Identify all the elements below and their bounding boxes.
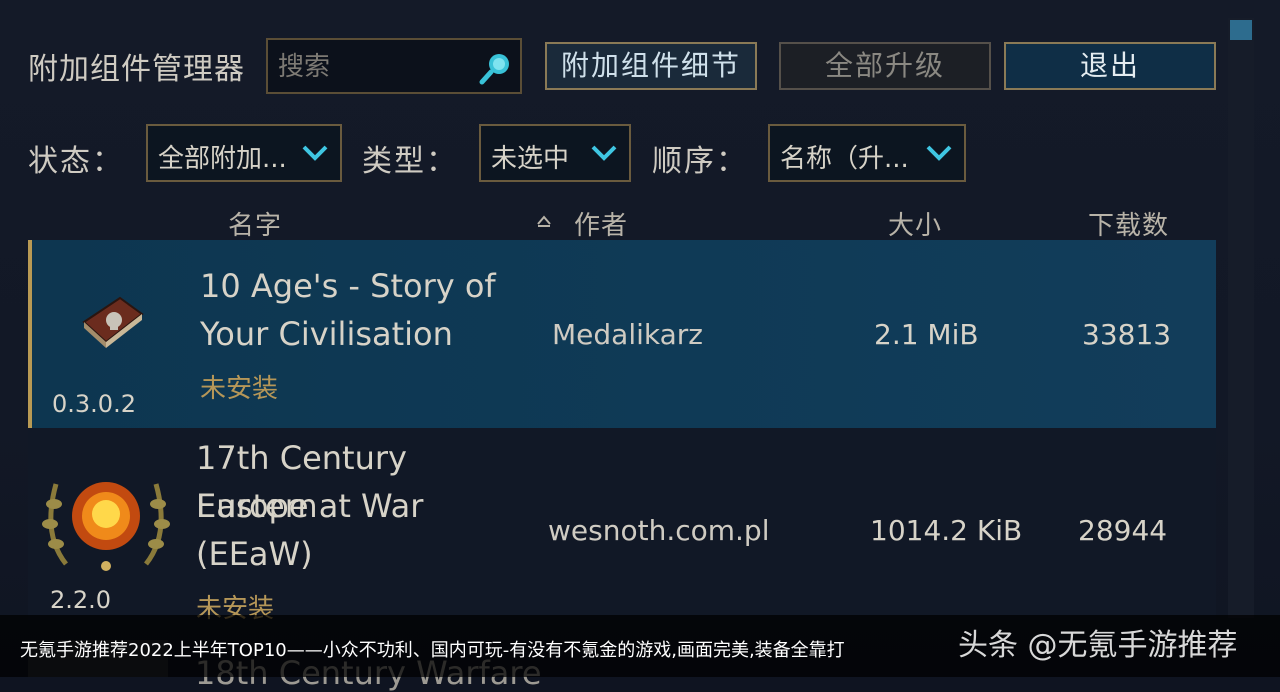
- addon-details-button[interactable]: 附加组件细节: [545, 42, 757, 90]
- chevron-down-icon: [591, 145, 617, 161]
- chevron-down-icon: [926, 145, 952, 161]
- addon-name-line1: 10 Age's - Story of: [200, 267, 496, 305]
- quit-button[interactable]: 退出: [1004, 42, 1216, 90]
- chevron-down-icon: [302, 145, 328, 161]
- addon-author: Medalikarz: [552, 318, 703, 351]
- search-icon[interactable]: [478, 50, 514, 86]
- sort-ascending-icon: [537, 215, 551, 227]
- addon-version: 2.2.0: [50, 586, 112, 614]
- addon-manager-panel: 附加组件管理器 附加组件细节 全部升级 退出 状态： 全部附加... 类型： 未…: [0, 0, 1280, 692]
- addon-size: 2.1 MiB: [874, 318, 979, 351]
- column-header-downloads[interactable]: 下载数: [1088, 205, 1169, 242]
- table-row[interactable]: 0.3.0.2 10 Age's - Story of Your Civilis…: [28, 240, 1216, 428]
- column-header-name[interactable]: 名字: [228, 205, 282, 242]
- banner-caption: 无氪手游推荐2022上半年TOP10——小众不功利、国内可玩-有没有不氪金的游戏…: [20, 640, 845, 661]
- addon-name-line2: Your Civilisation: [200, 315, 453, 353]
- addon-downloads: 28944: [1078, 514, 1168, 547]
- status-filter-label: 状态：: [28, 144, 124, 179]
- addon-name-line2: Europe at War (EEaW): [196, 487, 424, 573]
- order-dropdown-value: 名称（升...: [780, 144, 909, 174]
- table-row[interactable]: 2.2.0 17th Century Eastern Europe at War…: [28, 430, 1216, 624]
- status-dropdown-value: 全部附加...: [158, 144, 287, 174]
- type-filter-label: 类型：: [362, 144, 458, 179]
- addon-size: 1014.2 KiB: [870, 514, 1023, 547]
- column-header-author[interactable]: 作者: [574, 205, 628, 242]
- watermark-brand: 头条 @无氪手游推荐: [958, 628, 1238, 663]
- scrollbar[interactable]: [1228, 18, 1254, 618]
- scrollbar-thumb[interactable]: [1230, 20, 1252, 40]
- type-dropdown[interactable]: 未选中: [479, 124, 631, 182]
- type-dropdown-value: 未选中: [491, 144, 570, 174]
- laurel-explosion-icon: [42, 482, 170, 571]
- order-filter-label: 顺序：: [652, 144, 748, 179]
- addon-version: 0.3.0.2: [52, 390, 136, 418]
- page-title: 附加组件管理器: [28, 52, 245, 87]
- book-icon: [82, 296, 144, 348]
- addon-author: wesnoth.com.pl: [548, 514, 770, 547]
- search-input[interactable]: [276, 48, 480, 86]
- order-dropdown[interactable]: 名称（升...: [768, 124, 966, 182]
- upgrade-all-button[interactable]: 全部升级: [779, 42, 991, 90]
- install-status: 未安装: [200, 374, 279, 404]
- search-box[interactable]: [266, 38, 522, 94]
- status-dropdown[interactable]: 全部附加...: [146, 124, 342, 182]
- column-header-size[interactable]: 大小: [888, 205, 942, 242]
- addon-downloads: 33813: [1082, 318, 1172, 351]
